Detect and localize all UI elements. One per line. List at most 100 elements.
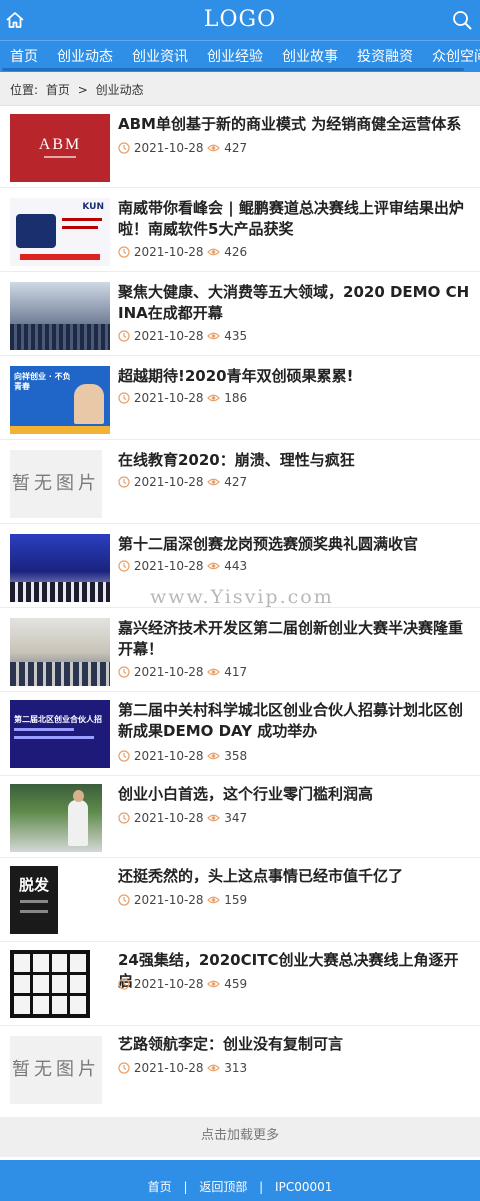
article-thumbnail[interactable]	[10, 534, 110, 602]
article-thumbnail[interactable]: 第二届北区创业合伙人招	[10, 700, 110, 768]
article-date: 2021-10-28	[133, 811, 204, 825]
clock-icon	[118, 1061, 130, 1075]
article-row[interactable]: 聚焦大健康、大消费等五大领域，2020 DEMO CHINA在成都开幕 2021…	[0, 272, 480, 356]
article-row[interactable]: 第二届北区创业合伙人招 第二届中关村科学城北区创业合伙人招募计划北区创新成果DEM…	[0, 692, 480, 776]
article-thumbnail[interactable]: 向祥创业 · 不负青春	[10, 366, 110, 434]
article-meta: 2021-10-28 443	[118, 558, 247, 574]
nav-item-investment[interactable]: 投资融资	[347, 41, 422, 71]
article-title[interactable]: 聚焦大健康、大消费等五大领域，2020 DEMO CHINA在成都开幕	[118, 282, 470, 324]
clock-icon	[118, 559, 130, 573]
article-title[interactable]: ABM单创基于新的商业模式 为经销商健全运营体系	[118, 114, 470, 135]
load-more-button[interactable]: 点击加载更多	[0, 1117, 480, 1157]
clock-icon	[118, 893, 130, 907]
article-title[interactable]: 创业小白首选，这个行业零门槛利润高	[118, 784, 470, 805]
article-title[interactable]: 艺路领航李定：创业没有复制可言	[118, 1034, 470, 1055]
nav-scrollbar[interactable]	[2, 68, 464, 71]
clock-icon	[118, 977, 130, 991]
breadcrumb-separator: >	[77, 83, 88, 97]
clock-icon	[118, 245, 130, 259]
clock-icon	[118, 329, 130, 343]
eye-icon	[207, 245, 221, 259]
article-thumbnail[interactable]: ABM	[10, 114, 110, 182]
article-date: 2021-10-28	[133, 141, 204, 155]
article-views: 417	[224, 665, 248, 679]
nav-item-home[interactable]: 首页	[0, 41, 47, 71]
eye-icon	[207, 1061, 221, 1075]
article-date: 2021-10-28	[133, 977, 204, 991]
article-thumbnail[interactable]: 暂无图片	[10, 1036, 102, 1104]
breadcrumb-current[interactable]: 创业动态	[96, 83, 144, 97]
article-title[interactable]: 南威带你看峰会 | 鲲鹏赛道总决赛线上评审结果出炉啦！南威软件5大产品获奖	[118, 198, 470, 240]
article-date: 2021-10-28	[133, 329, 204, 343]
article-thumbnail[interactable]	[10, 784, 102, 852]
search-icon[interactable]	[452, 10, 472, 30]
eye-icon	[207, 329, 221, 343]
article-views: 426	[224, 245, 248, 259]
article-row[interactable]: ABM ABM单创基于新的商业模式 为经销商健全运营体系 2021-10-28 4…	[0, 106, 480, 188]
article-meta: 2021-10-28 186	[118, 390, 247, 406]
nav-item-startup-experience[interactable]: 创业经验	[197, 41, 272, 71]
thumb-logo-text: KUN	[82, 202, 104, 212]
top-header: LOGO	[0, 0, 480, 40]
article-meta: 2021-10-28 358	[118, 748, 247, 764]
article-thumbnail[interactable]: KUN	[10, 198, 110, 266]
eye-icon	[207, 141, 221, 155]
footer-back-to-top-link[interactable]: 返回顶部	[199, 1180, 247, 1194]
nav-item-coworking[interactable]: 众创空间	[422, 41, 480, 71]
article-thumbnail[interactable]: 暂无图片	[10, 450, 102, 518]
article-views: 427	[224, 475, 248, 489]
article-title[interactable]: 嘉兴经济技术开发区第二届创新创业大赛半决赛隆重开幕！	[118, 618, 470, 660]
article-thumbnail[interactable]	[10, 618, 110, 686]
eye-icon	[207, 391, 221, 405]
article-thumbnail[interactable]	[10, 950, 90, 1018]
article-views: 443	[224, 559, 248, 573]
article-date: 2021-10-28	[133, 1061, 204, 1075]
clock-icon	[118, 141, 130, 155]
article-meta: 2021-10-28 435	[118, 328, 247, 344]
article-row[interactable]: KUN 南威带你看峰会 | 鲲鹏赛道总决赛线上评审结果出炉啦！南威软件5大产品获奖…	[0, 188, 480, 272]
nav-item-startup-stories[interactable]: 创业故事	[272, 41, 347, 71]
footer-home-link[interactable]: 首页	[148, 1180, 172, 1194]
article-meta: 2021-10-28 459	[118, 976, 247, 992]
article-title[interactable]: 第十二届深创赛龙岗预选赛颁奖典礼圆满收官	[118, 534, 470, 555]
breadcrumb: 位置: 首页 > 创业动态	[0, 72, 480, 106]
article-row[interactable]: 脱发 还挺秃然的，头上这点事情已经市值千亿了 2021-10-28 159	[0, 858, 480, 942]
article-meta: 2021-10-28 159	[118, 892, 247, 908]
article-row[interactable]: 暂无图片 艺路领航李定：创业没有复制可言 2021-10-28 313	[0, 1026, 480, 1116]
article-thumbnail[interactable]	[10, 282, 110, 350]
article-row[interactable]: 向祥创业 · 不负青春 超越期待!2020青年双创硕果累累! 2021-10-28…	[0, 356, 480, 440]
article-title[interactable]: 在线教育2020：崩溃、理性与疯狂	[118, 450, 470, 471]
clock-icon	[118, 665, 130, 679]
article-row[interactable]: 暂无图片 在线教育2020：崩溃、理性与疯狂 2021-10-28 427	[0, 440, 480, 524]
article-row[interactable]: 创业小白首选，这个行业零门槛利润高 2021-10-28 347	[0, 776, 480, 858]
article-row[interactable]: 嘉兴经济技术开发区第二届创新创业大赛半决赛隆重开幕！ 2021-10-28 41…	[0, 608, 480, 692]
article-meta: 2021-10-28 427	[118, 140, 247, 156]
article-date: 2021-10-28	[133, 559, 204, 573]
watermark: www.Yisvip.com	[150, 586, 334, 608]
nav-item-startup-news[interactable]: 创业动态	[47, 41, 122, 71]
thumb-logo-text: ABM	[38, 136, 82, 153]
article-title[interactable]: 第二届中关村科学城北区创业合伙人招募计划北区创新成果DEMO DAY 成功举办	[118, 700, 470, 742]
footer-icp: IPC00001	[275, 1180, 333, 1194]
site-logo[interactable]: LOGO	[0, 0, 480, 40]
article-row[interactable]: 24强集结，2020CITC创业大赛总决赛线上角逐开启 2021-10-28 4…	[0, 942, 480, 1026]
article-title[interactable]: 超越期待!2020青年双创硕果累累!	[118, 366, 470, 387]
footer-divider: |	[183, 1180, 188, 1194]
article-views: 313	[224, 1061, 248, 1075]
article-views: 186	[224, 391, 248, 405]
article-title[interactable]: 还挺秃然的，头上这点事情已经市值千亿了	[118, 866, 470, 887]
article-views: 347	[224, 811, 248, 825]
article-thumbnail[interactable]: 脱发	[10, 866, 58, 934]
article-meta: 2021-10-28 427	[118, 474, 247, 490]
footer: 首页 | 返回顶部 | IPC00001	[0, 1160, 480, 1201]
article-views: 435	[224, 329, 248, 343]
article-meta: 2021-10-28 313	[118, 1060, 247, 1076]
article-meta: 2021-10-28 347	[118, 810, 247, 826]
article-views: 427	[224, 141, 248, 155]
thumb-caption: 脱发	[18, 876, 49, 894]
breadcrumb-home-link[interactable]: 首页	[46, 83, 70, 97]
eye-icon	[207, 893, 221, 907]
article-date: 2021-10-28	[133, 245, 204, 259]
article-date: 2021-10-28	[133, 665, 204, 679]
nav-item-startup-info[interactable]: 创业资讯	[122, 41, 197, 71]
